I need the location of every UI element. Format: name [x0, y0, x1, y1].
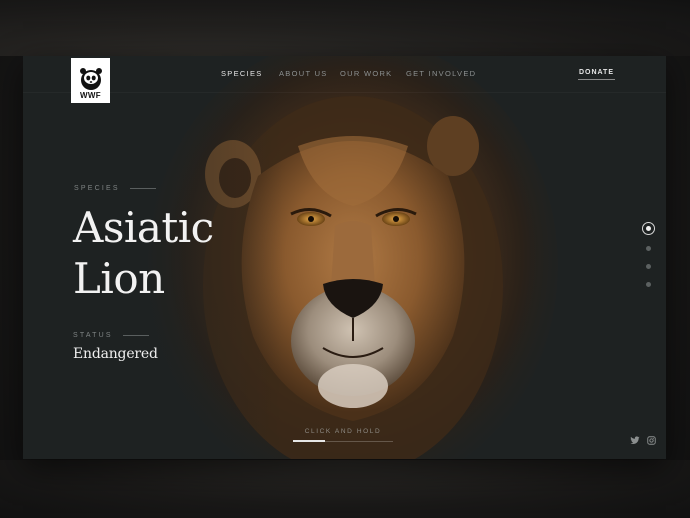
nav-item-about-us[interactable]: ABOUT US — [279, 69, 328, 78]
page-title-line-2: Lion — [73, 254, 165, 303]
pager-dot-1[interactable] — [642, 222, 655, 235]
website-frame: WWF SPECIES ABOUT US OUR WORK GET INVOLV… — [23, 56, 666, 459]
species-eyebrow: SPECIES — [74, 185, 156, 192]
backdrop-blurred-lion-top — [0, 0, 690, 56]
backdrop-blurred-lion-bottom — [0, 460, 690, 518]
status-label: STATUS — [73, 332, 113, 339]
status-rule — [122, 335, 149, 336]
pager-dot-3[interactable] — [646, 264, 651, 269]
eyebrow-rule — [129, 188, 156, 189]
header-divider — [23, 92, 666, 93]
nav-item-our-work[interactable]: OUR WORK — [340, 69, 392, 78]
status-eyebrow: STATUS — [73, 332, 149, 339]
pager-dot-2[interactable] — [646, 246, 651, 251]
nav-item-get-involved[interactable]: GET INVOLVED — [406, 69, 476, 78]
instagram-icon[interactable] — [645, 434, 657, 446]
status-value: Endangered — [73, 346, 158, 362]
nav-item-species[interactable]: SPECIES — [221, 69, 263, 78]
slide-pager — [640, 222, 660, 302]
twitter-icon[interactable] — [629, 434, 641, 446]
hold-progress-fill — [293, 440, 325, 442]
pager-dot-4[interactable] — [646, 282, 651, 287]
donate-button[interactable]: DONATE — [578, 69, 615, 80]
main-nav: SPECIES ABOUT US OUR WORK GET INVOLVED — [23, 69, 666, 81]
page-title-line-1: Asiatic — [73, 203, 214, 252]
click-and-hold-label[interactable]: CLICK AND HOLD — [293, 428, 393, 435]
species-eyebrow-label: SPECIES — [74, 185, 120, 192]
